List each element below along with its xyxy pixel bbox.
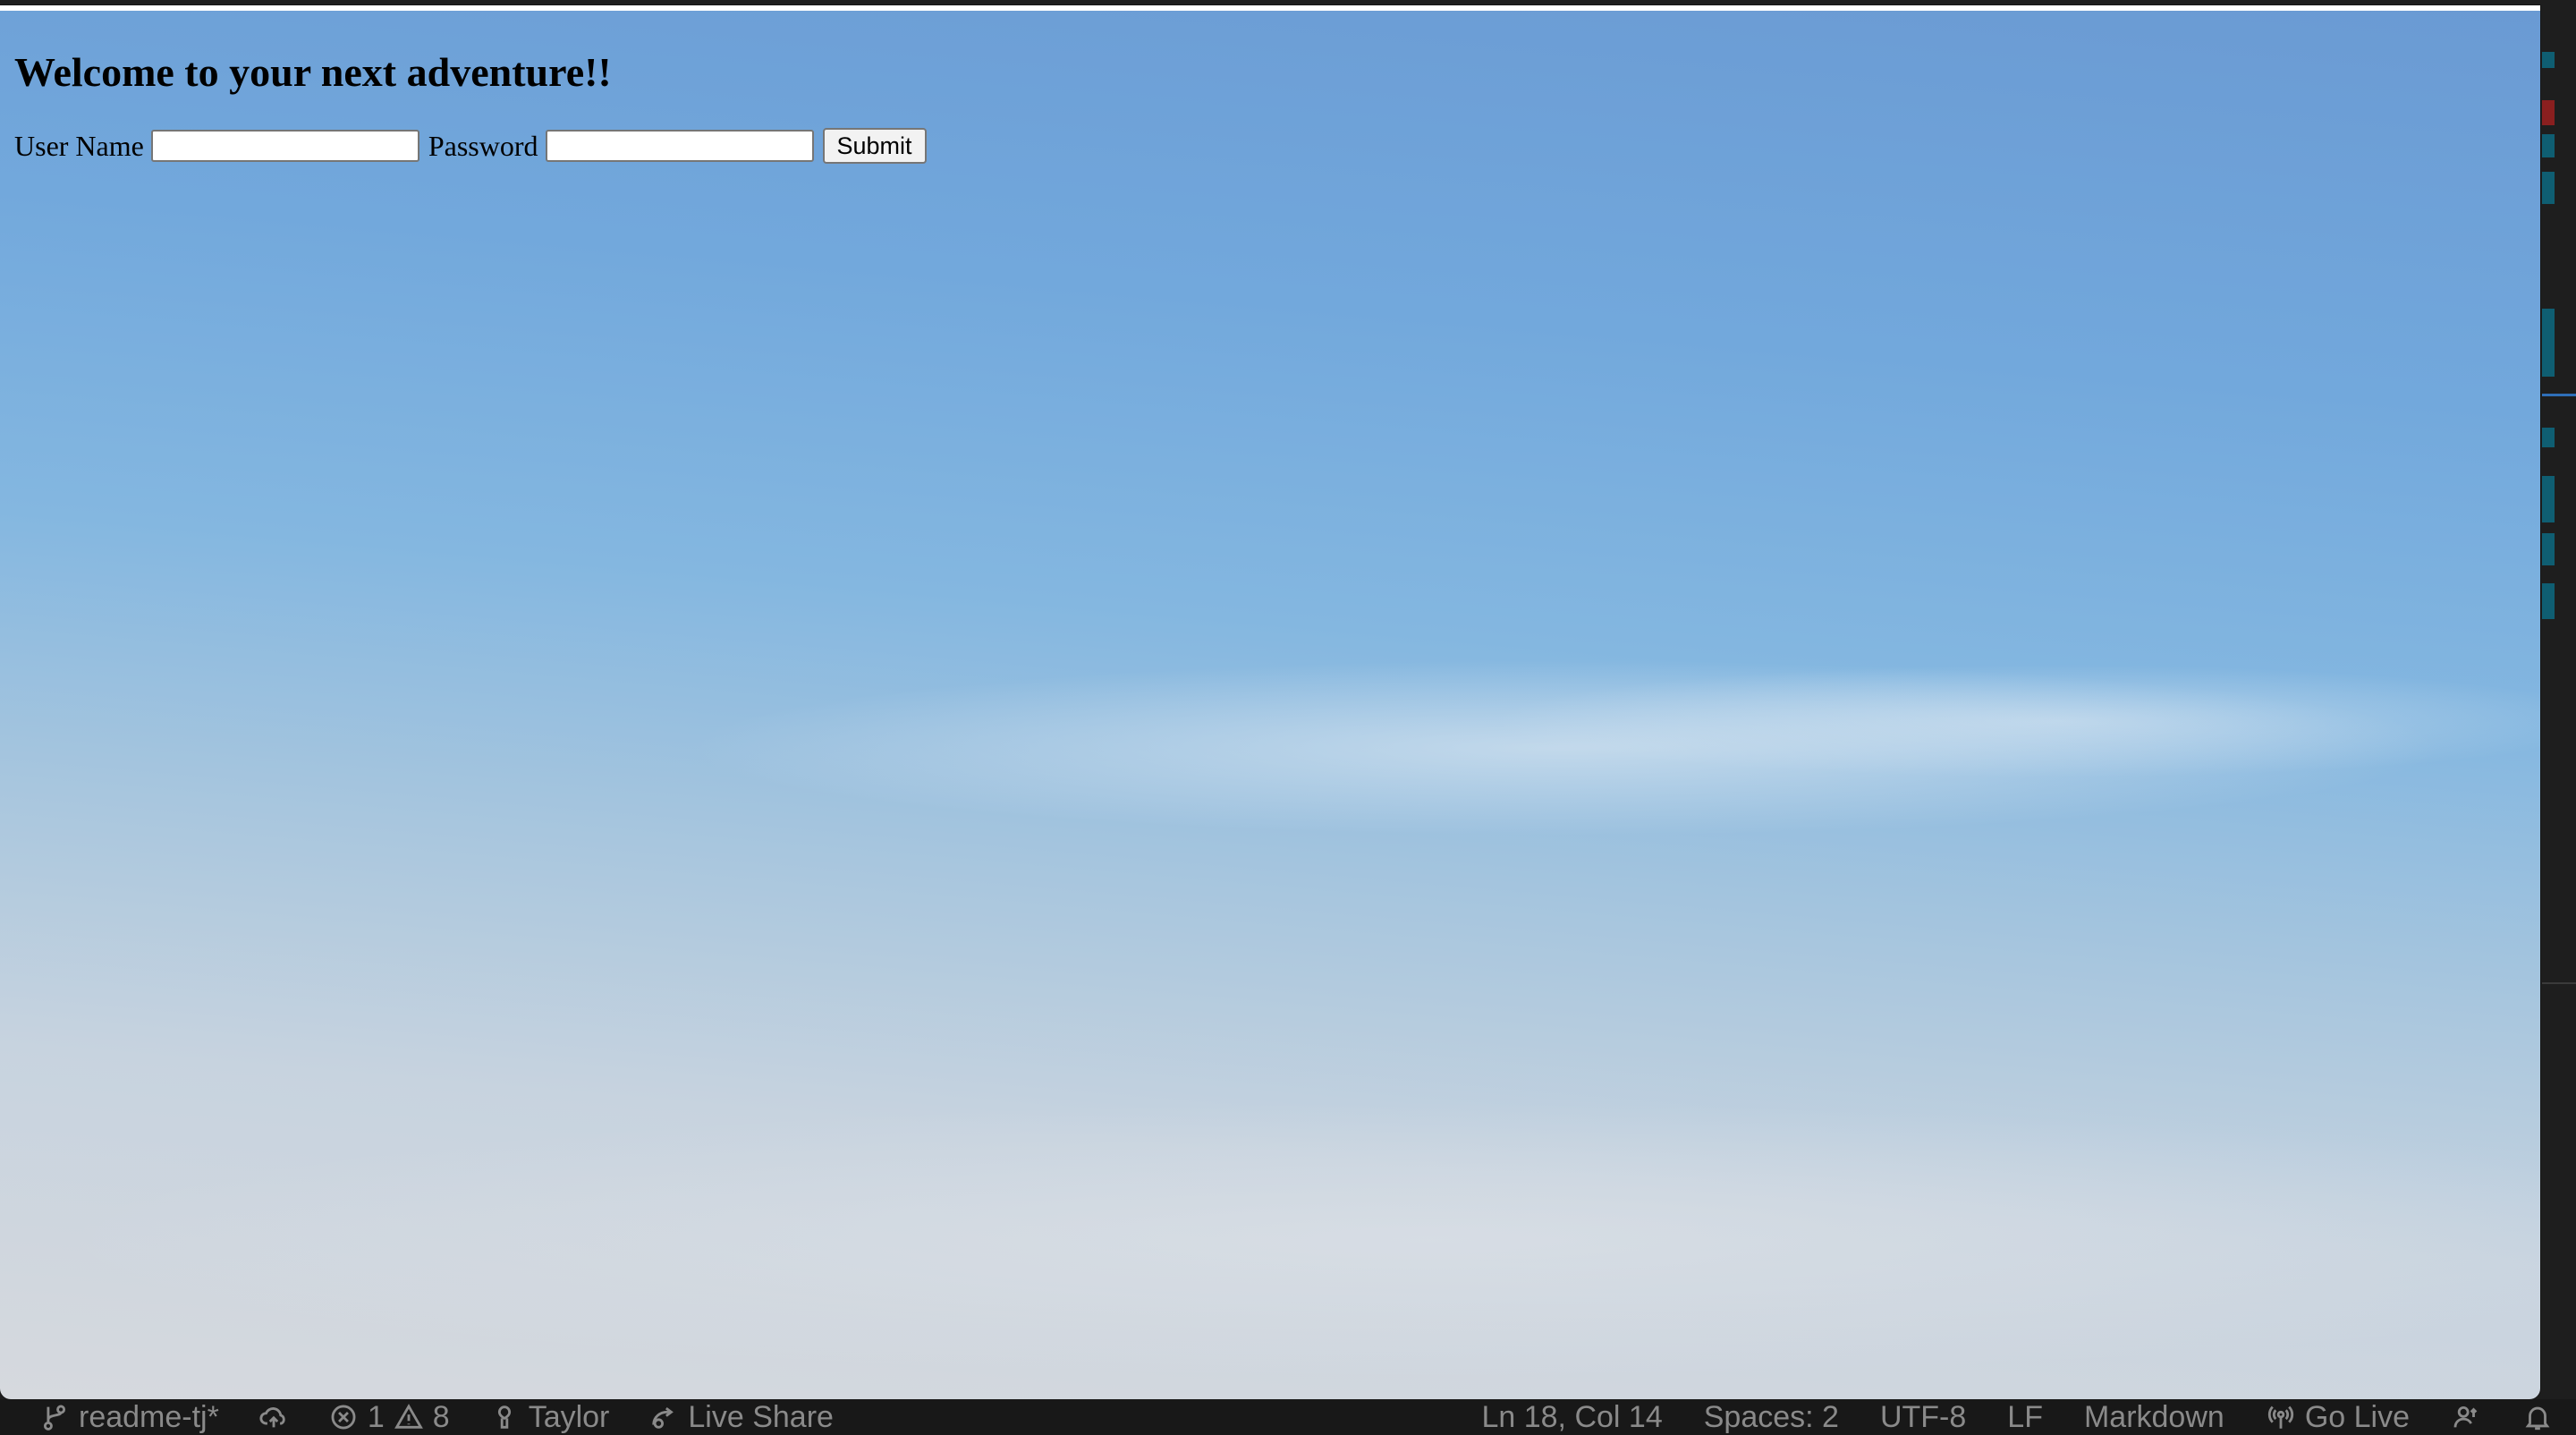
live-share-icon <box>648 1402 679 1432</box>
live-share-item[interactable]: Live Share <box>648 1400 834 1435</box>
window-top-edge <box>0 5 2540 11</box>
git-branch-icon <box>39 1402 70 1432</box>
status-bar: readme-tj* 1 8 Taylor Live Share Ln 18, … <box>0 1399 2576 1435</box>
scroll-position-line <box>2542 394 2576 396</box>
go-live-item[interactable]: Go Live <box>2266 1400 2410 1435</box>
language-mode: Markdown <box>2083 1399 2224 1434</box>
person-pin-icon <box>489 1402 520 1432</box>
username-input[interactable] <box>150 130 419 162</box>
warning-triangle-icon <box>394 1402 424 1432</box>
login-form: User Name Password Submit <box>14 128 2526 164</box>
broadcast-icon <box>2266 1402 2296 1432</box>
live-share-label: Live Share <box>688 1399 834 1434</box>
error-circle-icon <box>328 1402 359 1432</box>
problems-item[interactable]: 1 8 <box>328 1400 450 1435</box>
gutter-change-mark <box>2542 309 2555 377</box>
go-live-label: Go Live <box>2304 1399 2410 1434</box>
cursor-position-item[interactable]: Ln 18, Col 14 <box>1481 1400 1662 1435</box>
sync-item[interactable] <box>258 1402 289 1432</box>
status-bar-right: Ln 18, Col 14 Spaces: 2 UTF-8 LF Markdow… <box>1440 1399 2576 1435</box>
user-item[interactable]: Taylor <box>489 1399 610 1435</box>
language-mode-item[interactable]: Markdown <box>2084 1400 2224 1435</box>
line-ending-item[interactable]: LF <box>2007 1400 2043 1435</box>
indentation-item[interactable]: Spaces: 2 <box>1704 1400 1839 1435</box>
editor-background-slice <box>2542 0 2576 1399</box>
gutter-error-mark <box>2542 100 2555 125</box>
indentation: Spaces: 2 <box>1703 1399 1839 1434</box>
accounts-item[interactable] <box>2451 1402 2481 1432</box>
gutter-change-mark <box>2542 476 2555 522</box>
warning-count: 8 <box>432 1399 450 1434</box>
branch-name: readme-tj* <box>79 1399 219 1434</box>
password-label: Password <box>428 129 538 162</box>
error-count: 1 <box>367 1399 385 1434</box>
live-preview-window: Welcome to your next adventure!! User Na… <box>0 5 2540 1399</box>
user-name: Taylor <box>528 1399 610 1434</box>
gutter-change-mark <box>2542 533 2555 565</box>
line-ending: LF <box>2007 1399 2043 1434</box>
gutter-change-mark <box>2542 52 2555 68</box>
cloud-upload-icon <box>258 1402 289 1432</box>
username-label: User Name <box>14 129 144 162</box>
gutter-change-mark <box>2542 583 2555 619</box>
branch-item[interactable]: readme-tj* <box>39 1400 219 1435</box>
gutter-change-mark <box>2542 428 2555 447</box>
accounts-icon <box>2451 1402 2481 1432</box>
notifications-item[interactable] <box>2522 1402 2553 1432</box>
gutter-change-mark <box>2542 172 2555 204</box>
gutter-change-mark <box>2542 134 2555 157</box>
encoding: UTF-8 <box>1879 1399 1967 1434</box>
status-bar-left: readme-tj* 1 8 Taylor Live Share <box>0 1399 873 1435</box>
cursor-position: Ln 18, Col 14 <box>1481 1399 1663 1434</box>
submit-button[interactable]: Submit <box>822 128 927 164</box>
encoding-item[interactable]: UTF-8 <box>1880 1400 1966 1435</box>
bell-icon <box>2522 1402 2553 1432</box>
panel-divider <box>2542 982 2576 984</box>
password-input[interactable] <box>545 130 814 162</box>
page-title: Welcome to your next adventure!! <box>14 49 612 95</box>
page-content: Welcome to your next adventure!! User Na… <box>0 5 2540 164</box>
